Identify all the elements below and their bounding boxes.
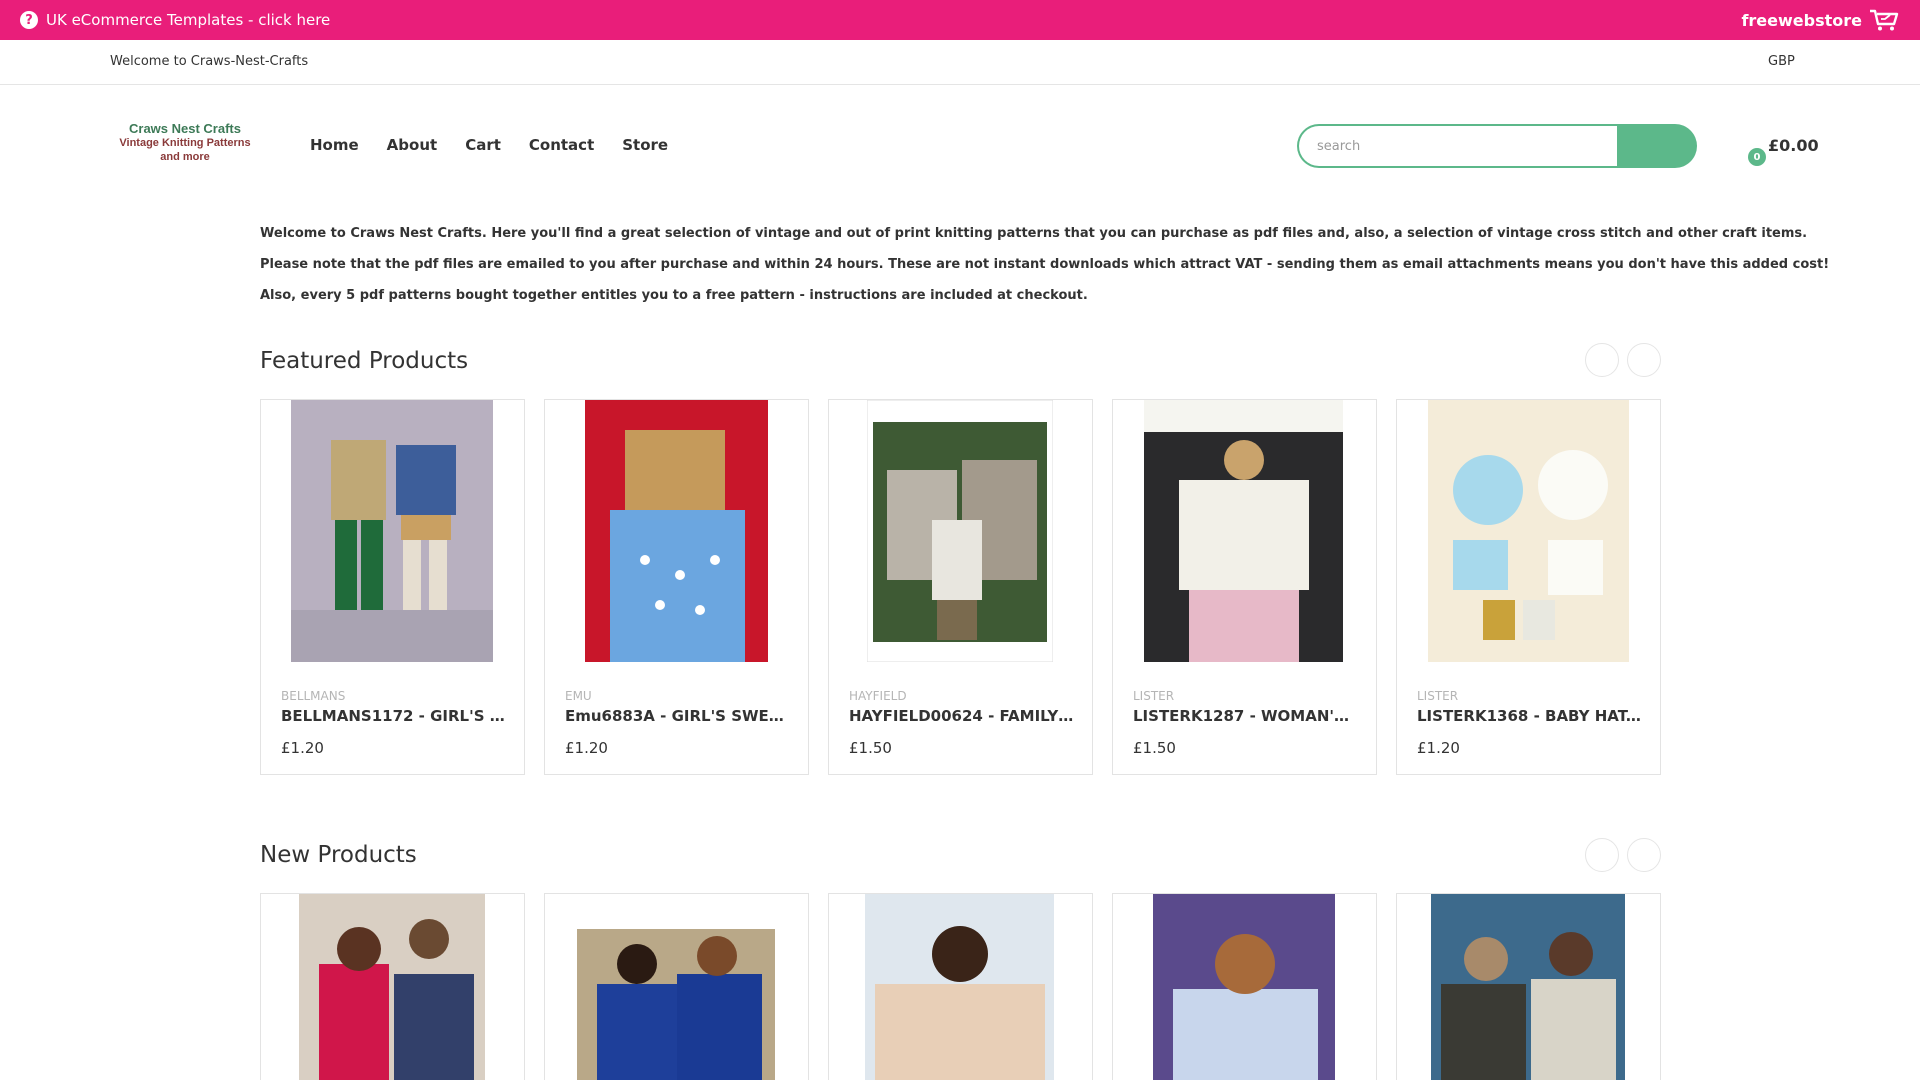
product-image[interactable] <box>299 894 485 1080</box>
logo-subtitle: Vintage Knitting Patterns <box>119 137 251 149</box>
product-price: £1.50 <box>1133 739 1176 757</box>
nav-home[interactable]: Home <box>310 136 359 154</box>
product-card[interactable]: LISTER LISTERK1368 - BABY HAT, MITTENS £… <box>1396 399 1661 775</box>
product-brand: LISTER <box>1133 689 1175 703</box>
promo-bar[interactable]: ? UK eCommerce Templates - click here fr… <box>0 0 1920 40</box>
product-brand: EMU <box>565 689 592 703</box>
product-image[interactable] <box>1428 400 1629 662</box>
cart-count-badge[interactable]: 0 <box>1748 148 1766 166</box>
new-products-title: New Products <box>260 842 417 868</box>
product-name[interactable]: HAYFIELD00624 - FAMILY SWEATERS <box>849 707 1074 725</box>
product-name[interactable]: Emu6883A - GIRL'S SWEATER <box>565 707 790 725</box>
new-next-button[interactable] <box>1627 838 1661 872</box>
promo-text[interactable]: UK eCommerce Templates - click here <box>46 11 330 29</box>
product-image[interactable] <box>1153 894 1335 1080</box>
promo-link[interactable]: ? UK eCommerce Templates - click here <box>20 10 330 30</box>
intro-line-3: Also, every 5 pdf patterns bought togeth… <box>260 288 1088 303</box>
nav-contact[interactable]: Contact <box>529 136 594 154</box>
intro-line-1: Welcome to Craws Nest Crafts. Here you'l… <box>260 226 1808 241</box>
product-image[interactable] <box>577 894 775 1080</box>
freewebstore-label: freewebstore <box>1741 10 1862 30</box>
featured-next-button[interactable] <box>1627 343 1661 377</box>
product-card[interactable] <box>828 893 1093 1080</box>
product-price: £1.20 <box>565 739 608 757</box>
product-image[interactable] <box>1431 894 1625 1080</box>
product-brand: HAYFIELD <box>849 689 907 703</box>
product-price: £1.20 <box>281 739 324 757</box>
product-card[interactable]: HAYFIELD HAYFIELD00624 - FAMILY SWEATERS… <box>828 399 1093 775</box>
cart-total[interactable]: £0.00 <box>1768 136 1819 155</box>
product-brand: LISTER <box>1417 689 1459 703</box>
intro-line-2: Please note that the pdf files are email… <box>260 257 1830 272</box>
product-name[interactable]: LISTERK1368 - BABY HAT, MITTENS <box>1417 707 1642 725</box>
product-brand: BELLMANS <box>281 689 346 703</box>
product-image[interactable] <box>291 400 493 662</box>
product-card[interactable] <box>1112 893 1377 1080</box>
search-button[interactable] <box>1617 124 1697 168</box>
search-bar <box>1297 124 1697 168</box>
product-price: £1.20 <box>1417 739 1460 757</box>
nav-store[interactable]: Store <box>622 136 668 154</box>
search-input[interactable] <box>1297 124 1617 168</box>
intro-text: Welcome to Craws Nest Crafts. Here you'l… <box>260 218 1830 311</box>
product-card[interactable] <box>260 893 525 1080</box>
logo-title: Craws Nest Crafts <box>129 121 241 136</box>
nav-cart[interactable]: Cart <box>465 136 501 154</box>
product-card[interactable]: LISTER LISTERK1287 - WOMAN'S V-NECK CARD… <box>1112 399 1377 775</box>
new-prev-button[interactable] <box>1585 838 1619 872</box>
product-image[interactable] <box>1144 400 1343 662</box>
logo-subtitle-2: and more <box>160 151 210 163</box>
cart-logo-icon <box>1870 9 1899 31</box>
product-name[interactable]: LISTERK1287 - WOMAN'S V-NECK CARDIGAN <box>1133 707 1358 725</box>
product-card[interactable] <box>544 893 809 1080</box>
featured-products-title: Featured Products <box>260 348 469 374</box>
product-image[interactable] <box>585 400 768 662</box>
site-logo[interactable]: Craws Nest Crafts Vintage Knitting Patte… <box>112 122 258 164</box>
currency-selector[interactable]: GBP <box>1768 54 1795 69</box>
product-card[interactable]: BELLMANS BELLMANS1172 - GIRL'S CARDIGAN … <box>260 399 525 775</box>
nav-about[interactable]: About <box>387 136 438 154</box>
product-image[interactable] <box>865 894 1054 1080</box>
welcome-strip: Welcome to Craws-Nest-Crafts GBP <box>0 40 1920 85</box>
welcome-text: Welcome to Craws-Nest-Crafts <box>110 54 309 69</box>
help-icon: ? <box>20 11 38 29</box>
product-card[interactable] <box>1396 893 1661 1080</box>
freewebstore-logo[interactable]: freewebstore <box>1741 8 1900 32</box>
product-card[interactable]: EMU Emu6883A - GIRL'S SWEATER £1.20 <box>544 399 809 775</box>
product-name[interactable]: BELLMANS1172 - GIRL'S CARDIGAN <box>281 707 506 725</box>
featured-prev-button[interactable] <box>1585 343 1619 377</box>
product-image[interactable] <box>867 400 1053 662</box>
product-price: £1.50 <box>849 739 892 757</box>
main-nav: Home About Cart Contact Store <box>310 136 696 154</box>
